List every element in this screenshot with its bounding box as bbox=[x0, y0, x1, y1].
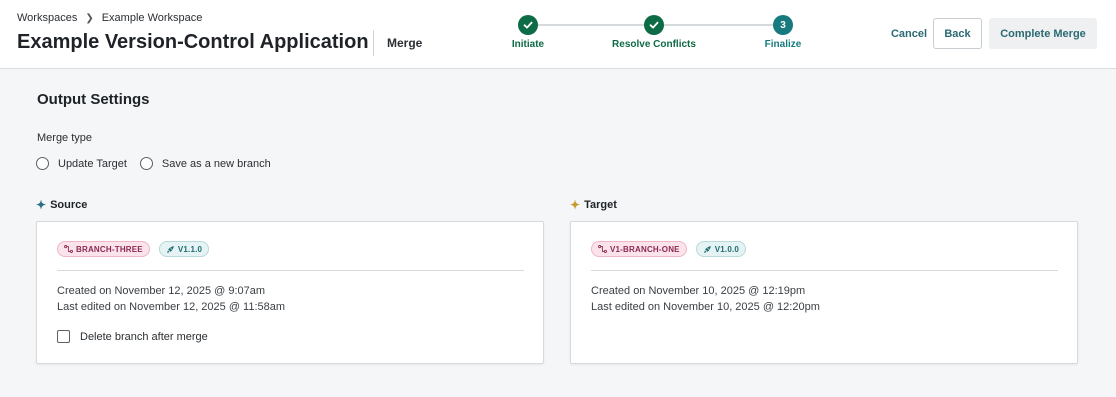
created-text: Created on November 10, 2025 @ 12:19pm bbox=[591, 285, 806, 297]
radio-label: Save as a new branch bbox=[161, 157, 271, 170]
step-finalize: 3 Finalize bbox=[758, 15, 808, 50]
breadcrumb-item-workspaces[interactable]: Workspaces bbox=[17, 12, 77, 24]
radio-button[interactable] bbox=[36, 157, 49, 170]
title-divider bbox=[373, 30, 374, 56]
step-label: Resolve Conflicts bbox=[612, 39, 696, 50]
mode-label: Merge bbox=[387, 36, 423, 50]
delete-branch-option[interactable]: Delete branch after merge bbox=[57, 330, 208, 343]
branch-badge: BRANCH-THREE bbox=[57, 241, 150, 257]
branch-icon bbox=[598, 245, 607, 253]
delete-branch-label: Delete branch after merge bbox=[80, 330, 208, 343]
back-button[interactable]: Back bbox=[933, 18, 982, 49]
target-label: ✦ Target bbox=[570, 199, 617, 211]
source-label-text: Source bbox=[50, 199, 88, 211]
cancel-button[interactable]: Cancel bbox=[886, 18, 932, 49]
source-label: ✦ Source bbox=[36, 199, 87, 211]
edited-text: Last edited on November 12, 2025 @ 11:58… bbox=[57, 301, 286, 313]
radio-save-new-branch[interactable]: Save as a new branch bbox=[139, 157, 271, 170]
created-text: Created on November 12, 2025 @ 9:07am bbox=[57, 285, 266, 297]
branch-name: BRANCH-THREE bbox=[76, 244, 143, 254]
version-label: V1.0.0 bbox=[714, 244, 740, 254]
page-title: Example Version-Control Application bbox=[17, 31, 369, 53]
rocket-icon bbox=[703, 245, 711, 253]
radio-update-target[interactable]: Update Target bbox=[36, 157, 127, 170]
target-badges: V1-BRANCH-ONE V1.0.0 bbox=[591, 241, 747, 257]
merge-type-radio-group: Update Target Save as a new branch bbox=[36, 157, 271, 170]
step-initiate: Initiate bbox=[507, 15, 549, 50]
complete-merge-button[interactable]: Complete Merge bbox=[989, 18, 1097, 49]
version-badge: V1.1.0 bbox=[158, 241, 210, 257]
step-label: Finalize bbox=[764, 39, 802, 50]
source-card: BRANCH-THREE V1.1.0 Created on November … bbox=[36, 221, 544, 364]
branch-name: V1-BRANCH-ONE bbox=[610, 244, 680, 254]
step-number: 3 bbox=[773, 15, 793, 35]
card-divider bbox=[591, 270, 1058, 271]
step-resolve-conflicts: Resolve Conflicts bbox=[604, 15, 704, 50]
merge-type-label: Merge type bbox=[37, 132, 93, 144]
card-divider bbox=[57, 270, 524, 271]
target-card: V1-BRANCH-ONE V1.0.0 Created on November… bbox=[570, 221, 1078, 364]
step-label: Initiate bbox=[511, 39, 545, 50]
source-badges: BRANCH-THREE V1.1.0 bbox=[57, 241, 210, 257]
sparkle-icon: ✦ bbox=[36, 198, 47, 212]
edited-text: Last edited on November 10, 2025 @ 12:20… bbox=[591, 301, 820, 313]
delete-branch-checkbox[interactable] bbox=[57, 330, 70, 343]
top-header: Workspaces ❯ Example Workspace Example V… bbox=[0, 0, 1116, 69]
version-label: V1.1.0 bbox=[177, 244, 203, 254]
radio-label: Update Target bbox=[58, 157, 127, 170]
breadcrumb: Workspaces ❯ Example Workspace bbox=[17, 12, 202, 24]
radio-button[interactable] bbox=[139, 157, 153, 170]
rocket-icon bbox=[166, 245, 174, 253]
section-title: Output Settings bbox=[37, 91, 150, 108]
branch-icon bbox=[64, 245, 73, 253]
branch-badge: V1-BRANCH-ONE bbox=[591, 241, 687, 257]
check-icon bbox=[644, 15, 664, 35]
target-label-text: Target bbox=[584, 199, 617, 211]
version-badge: V1.0.0 bbox=[695, 241, 747, 257]
chevron-right-icon: ❯ bbox=[85, 12, 94, 24]
check-icon bbox=[518, 15, 538, 35]
sparkle-icon: ✦ bbox=[570, 198, 581, 212]
breadcrumb-item-workspace[interactable]: Example Workspace bbox=[102, 12, 203, 24]
